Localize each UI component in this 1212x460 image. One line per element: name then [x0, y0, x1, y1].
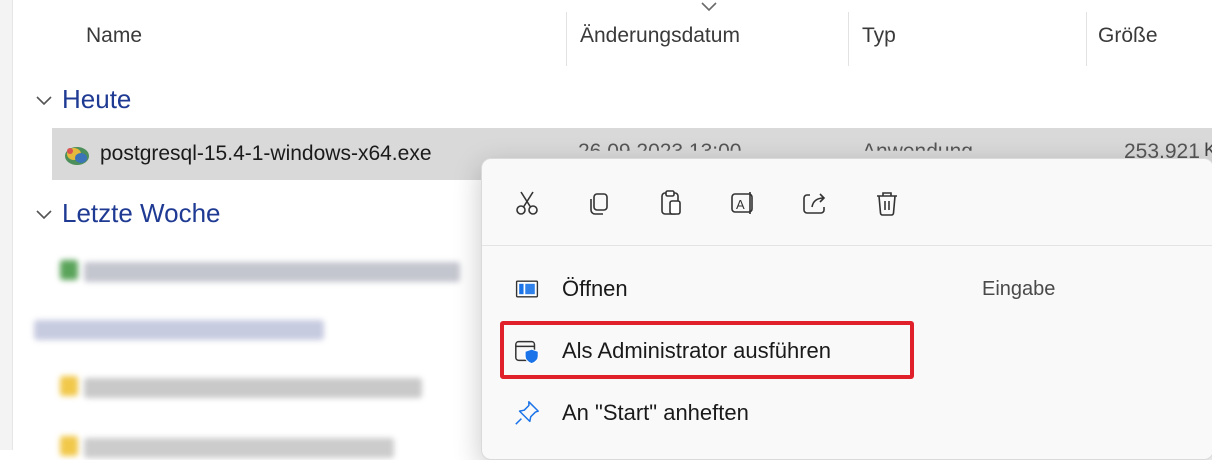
svg-text:A: A: [736, 197, 745, 212]
share-icon[interactable]: [798, 183, 832, 223]
postgresql-app-icon: [65, 147, 89, 165]
column-size[interactable]: Größe: [1098, 24, 1158, 48]
quick-actions-bar: A: [510, 183, 904, 223]
sort-descending-icon: [701, 2, 717, 12]
column-divider[interactable]: [848, 12, 849, 66]
highlight-annotation: [500, 321, 914, 379]
menu-item-shortcut: Eingabe: [982, 277, 1056, 300]
group-label: Heute: [62, 84, 132, 114]
column-name[interactable]: Name: [86, 24, 142, 48]
column-divider[interactable]: [1086, 12, 1087, 66]
blurred-file-name[interactable]: [84, 438, 394, 458]
group-header-last-week[interactable]: Letzte Woche: [34, 198, 221, 229]
menu-item-label: An "Start" anheften: [562, 400, 749, 425]
column-date-modified[interactable]: Änderungsdatum: [580, 24, 740, 48]
chevron-down-icon: [36, 209, 52, 219]
pin-icon: [512, 398, 542, 428]
group-header-today[interactable]: Heute: [34, 84, 131, 115]
column-header: Name Änderungsdatum Typ Größe: [0, 0, 1212, 78]
blurred-file-name[interactable]: [84, 378, 422, 398]
column-divider[interactable]: [566, 12, 567, 66]
rename-icon[interactable]: A: [726, 183, 760, 223]
file-name: postgresql-15.4-1-windows-x64.exe: [100, 142, 432, 165]
menu-item-open[interactable]: Öffnen Eingabe: [496, 263, 1201, 315]
menu-divider: [482, 245, 1212, 246]
blurred-group-header[interactable]: [34, 320, 324, 340]
open-window-icon: [512, 274, 542, 304]
copy-icon[interactable]: [582, 183, 616, 223]
group-label: Letzte Woche: [62, 198, 221, 228]
context-menu: A Öffnen Eingabe Als Administrator ausfü…: [481, 158, 1212, 460]
menu-item-pin-to-start[interactable]: An "Start" anheften: [496, 387, 1201, 439]
chevron-down-icon: [36, 95, 52, 105]
blurred-file-icon: [60, 260, 78, 280]
blurred-folder-icon: [60, 436, 78, 456]
cut-icon[interactable]: [510, 183, 544, 223]
blurred-folder-icon: [60, 376, 78, 396]
menu-item-label: Öffnen: [562, 276, 628, 301]
column-type[interactable]: Typ: [862, 24, 896, 48]
paste-icon[interactable]: [654, 183, 688, 223]
blurred-file-name[interactable]: [84, 262, 460, 282]
delete-icon[interactable]: [870, 183, 904, 223]
